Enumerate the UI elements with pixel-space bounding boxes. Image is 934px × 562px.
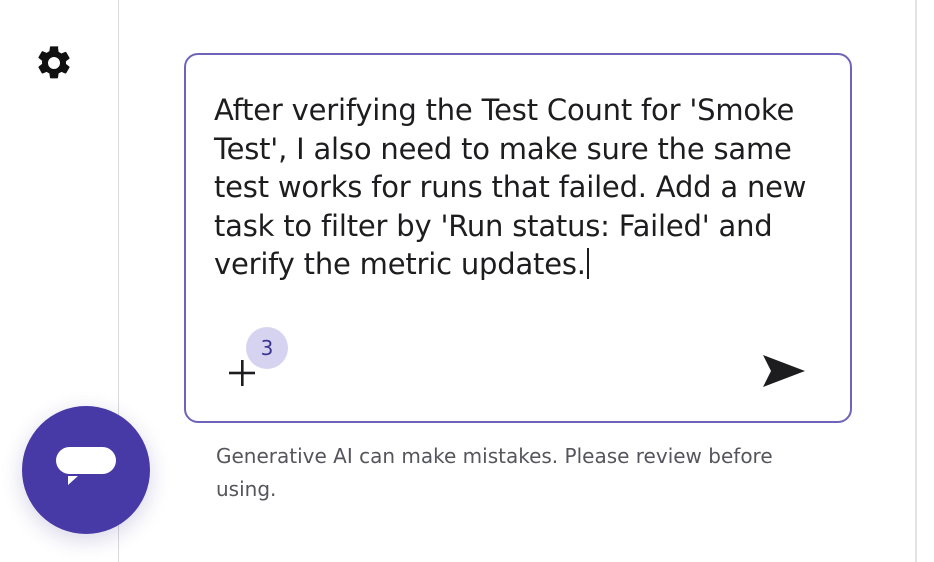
chat-bubble-icon [56,447,116,485]
send-button[interactable] [758,349,810,393]
right-panel-divider [915,0,917,562]
left-sidebar [0,0,150,562]
text-caret [586,248,589,279]
prompt-input-text: After verifying the Test Count for 'Smok… [214,93,807,281]
chat-launcher-button[interactable] [22,406,150,534]
assistant-panel: After verifying the Test Count for 'Smok… [0,0,934,562]
settings-button[interactable] [33,42,75,84]
prompt-input[interactable]: After verifying the Test Count for 'Smok… [214,91,829,291]
prompt-composer: After verifying the Test Count for 'Smok… [184,53,852,423]
gear-icon [38,46,70,79]
attachment-count-badge: 3 [246,327,288,369]
send-icon [763,355,805,387]
ai-disclaimer: Generative AI can make mistakes. Please … [216,444,773,501]
